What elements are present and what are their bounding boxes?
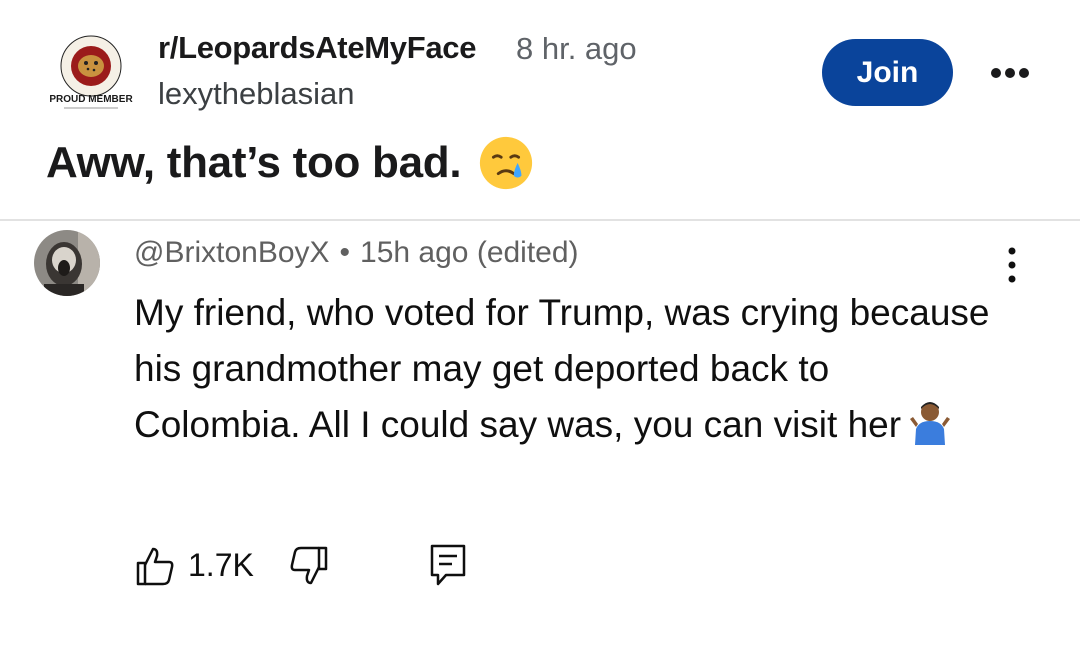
post-author[interactable]: lexytheblasian: [158, 76, 354, 112]
post-title-text: Aww, that’s too bad.: [46, 138, 462, 187]
comment-text: My friend, who voted for Trump, was cryi…: [134, 292, 990, 445]
meta-separator: •: [339, 236, 351, 269]
person-shrugging-emoji-icon: [910, 402, 951, 445]
commenter-avatar[interactable]: [34, 230, 100, 296]
subreddit-name[interactable]: r/LeopardsAteMyFace: [158, 30, 476, 66]
comment-handle[interactable]: @BrixtonBoyX: [134, 236, 330, 269]
reply-icon[interactable]: [428, 543, 468, 587]
post-title: Aww, that’s too bad.: [46, 134, 535, 192]
crying-face-emoji-icon: [480, 136, 533, 190]
dislike-icon[interactable]: [288, 545, 330, 587]
comment-time: 15h ago (edited): [360, 236, 579, 269]
like-icon[interactable]: [134, 545, 176, 587]
comment-body: My friend, who voted for Trump, was cryi…: [134, 285, 1004, 453]
post-time: 8 hr. ago: [516, 31, 637, 66]
comment-meta: @BrixtonBoyX • 15h ago (edited): [134, 236, 579, 270]
section-divider: [0, 219, 1080, 221]
more-options-icon[interactable]: [990, 64, 1030, 82]
join-button[interactable]: Join: [822, 39, 953, 106]
like-count: 1.7K: [188, 547, 254, 583]
badge-text: PROUD MEMBER: [49, 94, 133, 105]
comment-menu-icon[interactable]: [1000, 246, 1024, 284]
subreddit-avatar[interactable]: PROUD MEMBER: [46, 28, 136, 118]
